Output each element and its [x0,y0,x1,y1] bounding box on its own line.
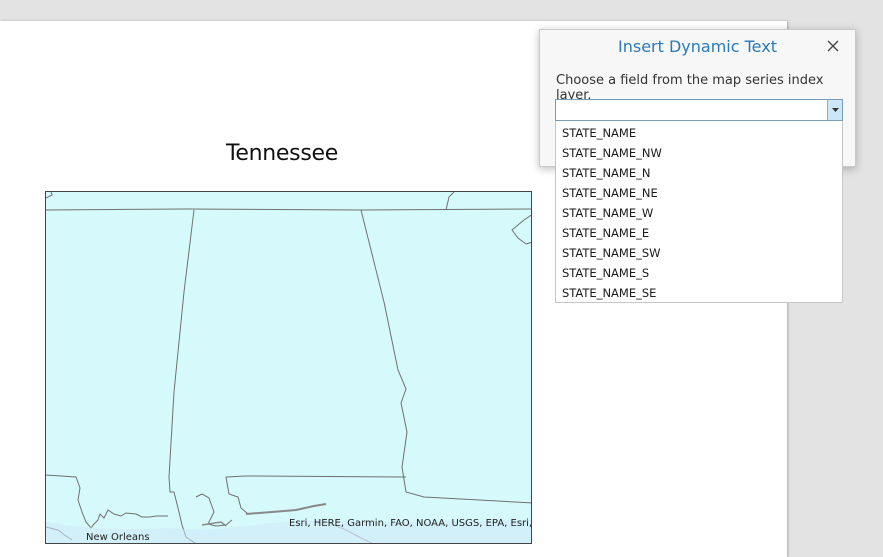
page-title: Tennessee [226,141,338,166]
dropdown-option[interactable]: STATE_NAME_SW [556,243,842,263]
close-button[interactable] [823,36,843,56]
dropdown-option[interactable]: STATE_NAME_W [556,203,842,223]
field-dropdown-list: STATE_NAME STATE_NAME_NW STATE_NAME_N STATE… [555,121,843,303]
dropdown-option[interactable]: STATE_NAME_N [556,163,842,183]
dropdown-option[interactable]: STATE_NAME_NW [556,143,842,163]
map-frame[interactable]: Esri, HERE, Garmin, FAO, NOAA, USGS, EPA… [45,191,532,544]
dropdown-option[interactable]: STATE_NAME_SE [556,283,842,303]
close-icon [827,40,839,52]
dropdown-option[interactable]: STATE_NAME_S [556,263,842,283]
field-combobox[interactable] [555,99,843,121]
dropdown-option[interactable]: STATE_NAME_E [556,223,842,243]
combobox-dropdown-button[interactable] [827,100,842,120]
state-boundaries-map [46,192,531,543]
city-label: New Orleans [86,532,150,543]
dropdown-option[interactable]: STATE_NAME [556,123,842,143]
map-attribution: Esri, HERE, Garmin, FAO, NOAA, USGS, EPA… [289,518,532,529]
chevron-down-icon [832,108,839,112]
dialog-title: Insert Dynamic Text [618,37,777,56]
dropdown-option[interactable]: STATE_NAME_NE [556,183,842,203]
